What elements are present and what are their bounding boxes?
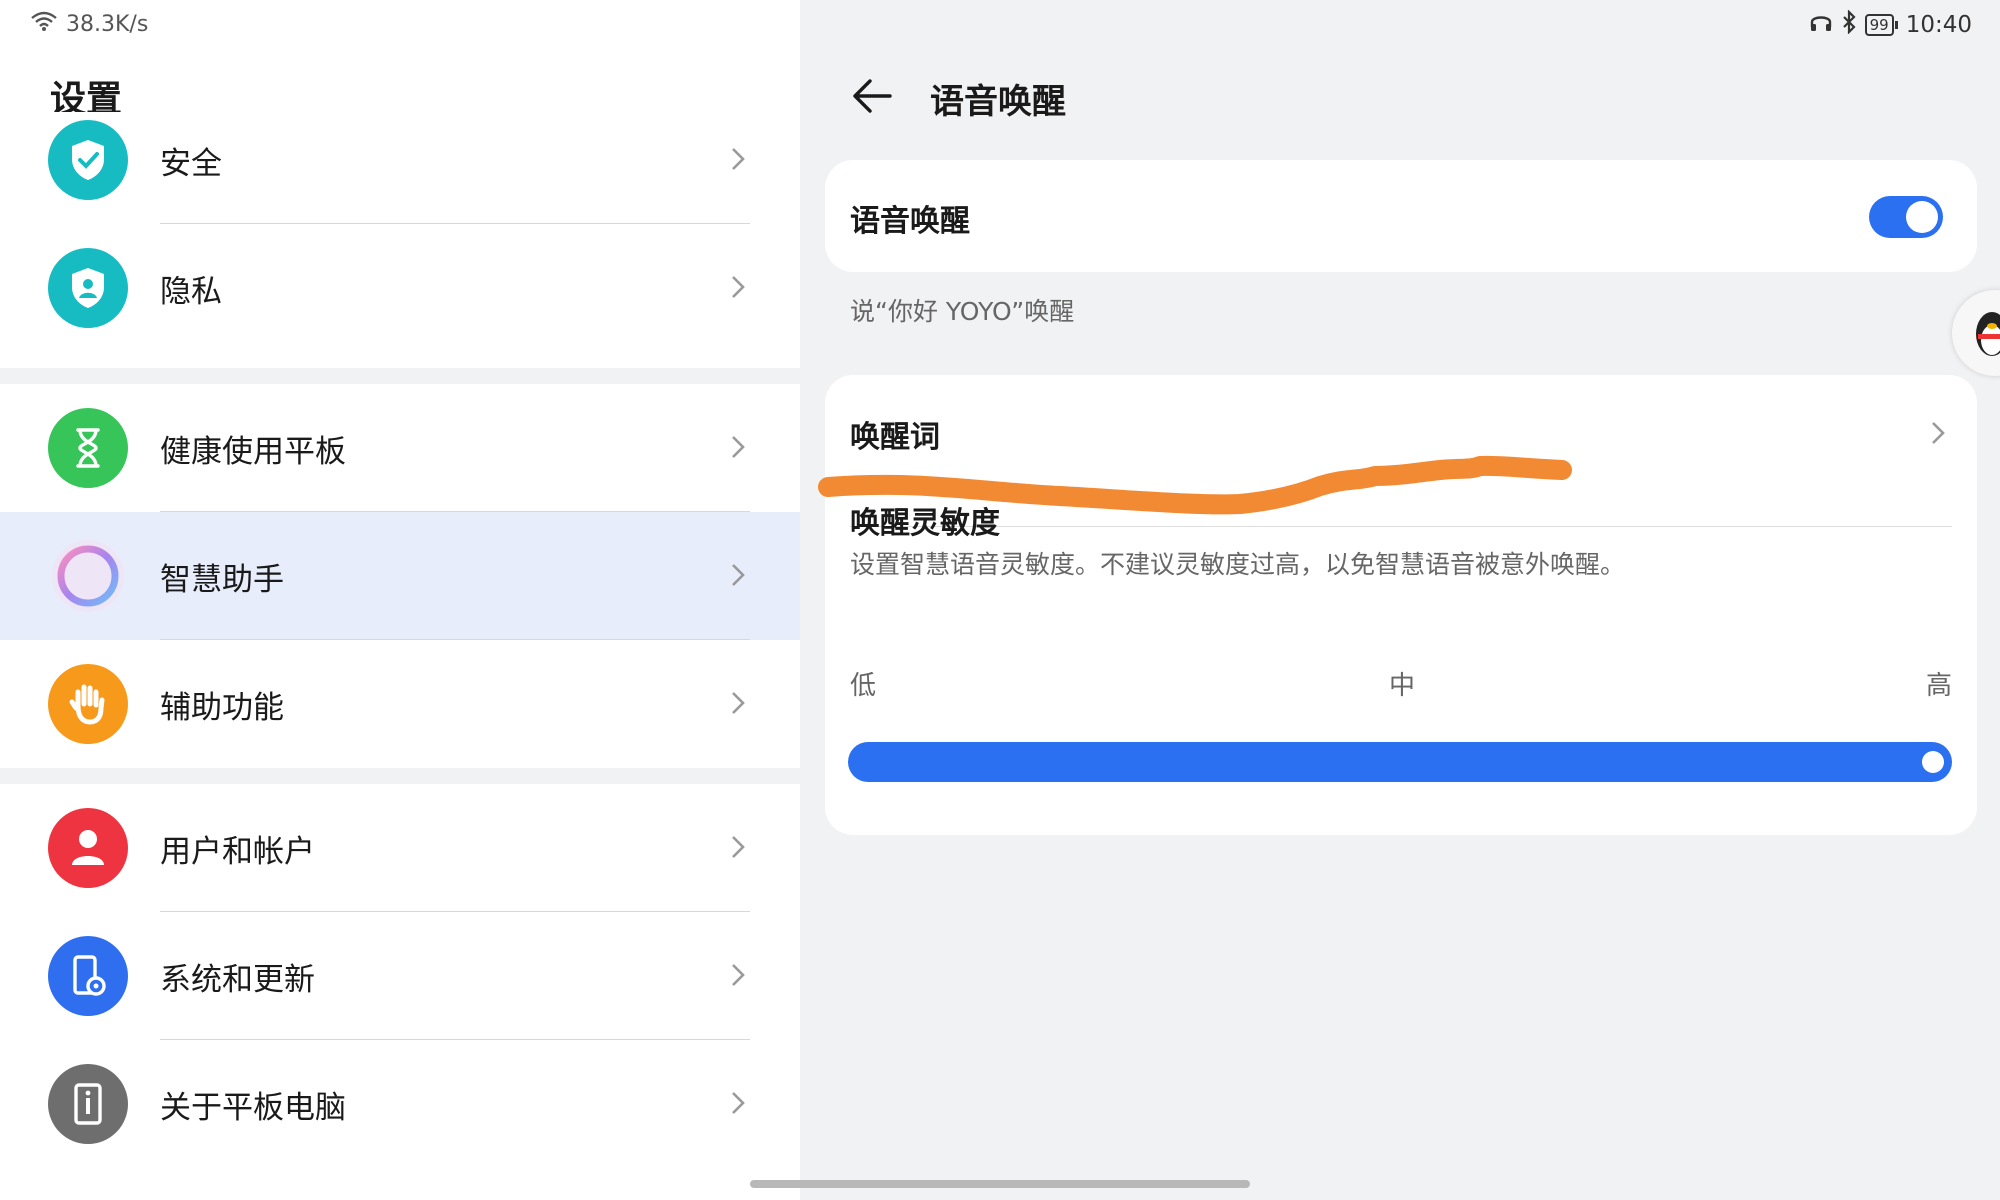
annotation-scribble — [818, 455, 1572, 515]
group-gap — [0, 368, 800, 384]
sidebar-item-label: 隐私 — [160, 274, 222, 310]
chevron-right-icon — [732, 964, 745, 986]
sidebar-item-security[interactable]: 安全 — [0, 96, 800, 224]
hand-icon — [48, 664, 128, 744]
sidebar-item-privacy[interactable]: 隐私 — [0, 224, 800, 352]
sidebar-item-accounts[interactable]: 用户和帐户 — [0, 784, 800, 912]
sidebar-item-label: 智慧助手 — [160, 562, 284, 598]
assistant-ring-icon — [48, 536, 128, 616]
sidebar-item-label: 关于平板电脑 — [160, 1090, 346, 1126]
chevron-right-icon — [732, 148, 745, 170]
privacy-shield-icon — [48, 248, 128, 328]
sidebar-item-label: 用户和帐户 — [160, 834, 315, 870]
sidebar-item-about-tablet[interactable]: 关于平板电脑 — [0, 1040, 800, 1168]
phone-gear-icon — [48, 936, 128, 1016]
sidebar-item-accessibility[interactable]: 辅助功能 — [0, 640, 800, 768]
chevron-right-icon — [732, 564, 745, 586]
chevron-right-icon — [732, 276, 745, 298]
group-gap — [0, 768, 800, 784]
menu-group-assist: 健康使用平板 智慧助手 辅助功能 — [0, 384, 800, 768]
info-device-icon — [48, 1064, 128, 1144]
chevron-right-icon — [732, 1092, 745, 1114]
chevron-right-icon — [732, 692, 745, 714]
user-icon — [48, 808, 128, 888]
chevron-right-icon — [732, 436, 745, 458]
chevron-right-icon — [732, 836, 745, 858]
sensitivity-slider[interactable] — [848, 742, 1952, 782]
sidebar-item-label: 辅助功能 — [160, 690, 284, 726]
sidebar-item-assistant[interactable]: 智慧助手 — [0, 512, 800, 640]
sidebar-item-digital-balance[interactable]: 健康使用平板 — [0, 384, 800, 512]
sidebar-item-label: 健康使用平板 — [160, 434, 346, 470]
hourglass-icon — [48, 408, 128, 488]
sidebar-item-label: 系统和更新 — [160, 962, 315, 998]
sidebar-item-label: 安全 — [160, 146, 222, 182]
level-high-label: 高 — [1925, 671, 1952, 701]
shield-check-icon — [48, 120, 128, 200]
status-bar-left: 38.3K/s — [30, 10, 148, 38]
voice-wakeup-panel: 99 10:40 语音唤醒 语音唤醒 说“你好 YOYO”唤醒 唤醒词 唤醒灵敏… — [750, 0, 2000, 1200]
slider-thumb[interactable] — [1922, 751, 1944, 773]
menu-group-security: 安全 隐私 — [0, 112, 800, 366]
menu-group-system: 用户和帐户 系统和更新 关于平板电脑 — [0, 784, 800, 1168]
net-speed: 38.3K/s — [66, 11, 149, 37]
level-medium-label: 中 — [1389, 671, 1416, 701]
sidebar-item-system-update[interactable]: 系统和更新 — [0, 912, 800, 1040]
home-indicator[interactable] — [750, 1180, 1250, 1188]
wifi-icon — [30, 10, 58, 38]
settings-sidebar: 38.3K/s 设置 安全 隐私 健康使用平板 智慧助手 辅助功能 用户和帐户 … — [0, 0, 800, 1200]
level-low-label: 低 — [850, 671, 877, 701]
